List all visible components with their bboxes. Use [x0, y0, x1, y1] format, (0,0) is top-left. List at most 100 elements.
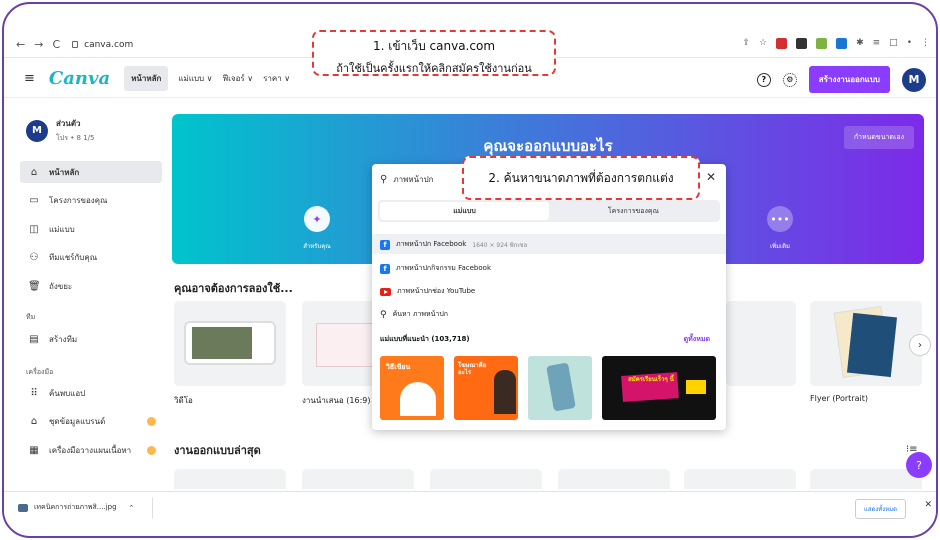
thumbnail-text: โฆษณาคืออะไร [458, 362, 487, 377]
annotation-step-1: 1. เข้าเว็บ canva.com ถ้าใช้เป็นครั้งแรก… [312, 30, 556, 76]
sidepanel-icon[interactable]: □ [889, 38, 898, 49]
recent-design[interactable] [174, 469, 286, 489]
template-thumbnail[interactable] [528, 356, 592, 420]
extension-icon[interactable] [796, 38, 808, 49]
custom-size-button[interactable]: กำหนดขนาดเอง [843, 126, 914, 149]
see-all-link[interactable]: ดูทั้งหมด [684, 334, 710, 345]
suggestion-item[interactable]: f ภาพหน้าปกกิจกรรม Facebook [380, 263, 491, 274]
tab-projects[interactable]: โครงการของคุณ [549, 202, 718, 220]
template-thumbnail[interactable]: โฆษณาคืออะไร [454, 356, 518, 420]
show-all-button[interactable]: แสดงทั้งหมด [854, 499, 906, 519]
more-icon[interactable]: ••• [767, 206, 793, 232]
sidebar-item-label: ชุดข้อมูลแบรนด์ [49, 416, 106, 426]
sidebar-item-apps[interactable]: ⠿ ค้นพบแอป [20, 382, 162, 404]
close-icon[interactable]: ✕ [924, 500, 932, 510]
sidebar-item-label: แม่แบบ [49, 224, 75, 234]
suggestion-label: ภาพหน้าปกช่อง YouTube [397, 287, 476, 295]
card-label: วิดีโอ [174, 396, 193, 405]
profile-icon[interactable]: • [907, 38, 912, 49]
chevron-up-icon[interactable]: ⌃ [129, 504, 135, 512]
premium-badge-icon [147, 416, 156, 426]
image-file-icon [18, 503, 28, 512]
sidebar-item-templates[interactable]: ◫ แม่แบบ [20, 218, 162, 240]
home-icon: ⌂ [30, 166, 38, 178]
help-button[interactable]: ? [906, 452, 932, 478]
avatar: M [26, 119, 48, 142]
section-title-recent: งานออกแบบล่าสุด [174, 444, 261, 457]
profile-switcher[interactable]: M ส่วนตัว โปร • 8 1/5 [26, 117, 95, 144]
recent-design[interactable] [430, 469, 542, 489]
lock-icon [72, 41, 79, 48]
divider [152, 498, 153, 518]
address-bar[interactable]: canva.com [72, 40, 133, 50]
more-icon[interactable]: ⋮ [921, 38, 930, 49]
star-icon[interactable]: ☆ [759, 38, 767, 49]
nav-pricing[interactable]: ราคา ∨ [263, 72, 290, 85]
facebook-icon: f [380, 263, 390, 274]
thumbnail-text: สมัครเรียนเร็วๆ นี้ [628, 376, 674, 383]
sidebar-item-label: ค้นพบแอป [49, 388, 86, 398]
sidebar-item-trash[interactable]: 🗑 ถังขยะ [20, 275, 162, 297]
sidebar-item-label: หน้าหลัก [49, 167, 80, 177]
calendar-icon: ▦ [29, 444, 39, 456]
design-card-video[interactable] [174, 301, 286, 386]
back-button[interactable]: ← [16, 38, 25, 51]
nav-home[interactable]: หน้าหลัก [124, 66, 169, 91]
hamburger-icon[interactable]: ≡ [24, 71, 35, 86]
suggestion-item[interactable]: f ภาพหน้าปก Facebook 1640 × 924 พิกเซล [380, 239, 527, 250]
avatar[interactable]: M [902, 67, 926, 92]
slide-frame: ← → C canva.com ⇪ ☆ ✱ ≡ □ • ⋮ ≡ Canva หน… [2, 2, 938, 538]
sidebar-item-shared[interactable]: ⚇ ทีมแชร์กับคุณ [20, 246, 162, 268]
share-icon[interactable]: ⇪ [742, 38, 750, 49]
canva-logo[interactable]: Canva [49, 68, 110, 89]
folder-icon: ▭ [29, 194, 39, 206]
annotation-step-2: 2. ค้นหาขนาดภาพที่ต้องการตกแต่ง [462, 156, 700, 200]
recent-design[interactable] [810, 469, 922, 489]
suggestion-item[interactable]: ⚲ ค้นหา ภาพหน้าปก [380, 309, 448, 320]
reload-button[interactable]: C [52, 38, 60, 51]
annotation-text: 1. เข้าเว็บ canva.com [372, 39, 496, 53]
recent-design[interactable] [302, 469, 414, 489]
pdf-extension-icon[interactable] [776, 38, 788, 49]
sidebar-item-create-team[interactable]: ▤ สร้างทีม [20, 328, 162, 350]
thumbnail-text: วิธีเขียน [386, 363, 411, 371]
search-popup: ⚲ ภาพหน้าปก ✕ แม่แบบ โครงการของคุณ f ภาพ… [372, 164, 726, 430]
sidebar-item-brand-kit[interactable]: ⌂ ชุดข้อมูลแบรนด์ [20, 410, 162, 432]
sparkle-icon[interactable]: ✦ [304, 206, 330, 232]
extension-icon[interactable] [816, 38, 828, 49]
create-design-button[interactable]: สร้างงานออกแบบ [808, 66, 890, 93]
reading-list-icon[interactable]: ≡ [873, 38, 881, 49]
section-label-tools: เครื่องมือ [26, 368, 54, 376]
recent-design[interactable] [558, 469, 670, 489]
tab-templates[interactable]: แม่แบบ [380, 202, 549, 220]
close-icon[interactable]: ✕ [706, 170, 716, 184]
suggestion-label: ค้นหา ภาพหน้าปก [392, 310, 449, 318]
sidebar: M ส่วนตัว โปร • 8 1/5 ⌂ หน้าหลัก ▭ โครงก… [4, 99, 170, 489]
search-tabs: แม่แบบ โครงการของคุณ [378, 200, 720, 222]
template-thumbnail[interactable]: วิธีเขียน [380, 356, 444, 420]
nav-templates[interactable]: แม่แบบ ∨ [178, 72, 212, 85]
puzzle-icon[interactable]: ✱ [856, 38, 864, 49]
sidebar-item-label: ถังขยะ [49, 281, 73, 291]
download-item[interactable]: เทคนิคการถ่ายภาพสิ....jpg ⌃ [18, 502, 134, 513]
sidebar-item-projects[interactable]: ▭ โครงการของคุณ [20, 189, 162, 211]
sidebar-item-content-planner[interactable]: ▦ เครื่องมือวางแผนเนื้อหา [20, 439, 162, 461]
nav-features[interactable]: ฟีเจอร์ ∨ [223, 72, 254, 85]
suggestion-item[interactable]: ภาพหน้าปกช่อง YouTube [380, 286, 475, 297]
hero-title: คุณจะออกแบบอะไร [483, 137, 613, 155]
download-filename: เทคนิคการถ่ายภาพสิ....jpg [34, 503, 117, 511]
chevron-right-icon[interactable]: › [909, 334, 931, 356]
recent-design[interactable] [684, 469, 796, 489]
facebook-icon: f [380, 239, 390, 250]
sidebar-item-home[interactable]: ⌂ หน้าหลัก [20, 161, 162, 183]
template-thumbnail[interactable]: สมัครเรียนเร็วๆ นี้ [602, 356, 716, 420]
hero-category-label: สำหรับคุณ [303, 243, 331, 250]
settings-icon[interactable]: ⚙ [782, 72, 797, 87]
hero-category-label: เพิ่มเติม [770, 243, 790, 250]
design-card[interactable] [726, 301, 796, 386]
design-card-flyer[interactable] [810, 301, 922, 386]
help-icon[interactable]: ? [756, 72, 771, 87]
forward-button[interactable]: → [34, 38, 43, 51]
section-title-try: คุณอาจต้องการลองใช้... [174, 282, 293, 295]
extension-icon[interactable] [836, 38, 848, 49]
